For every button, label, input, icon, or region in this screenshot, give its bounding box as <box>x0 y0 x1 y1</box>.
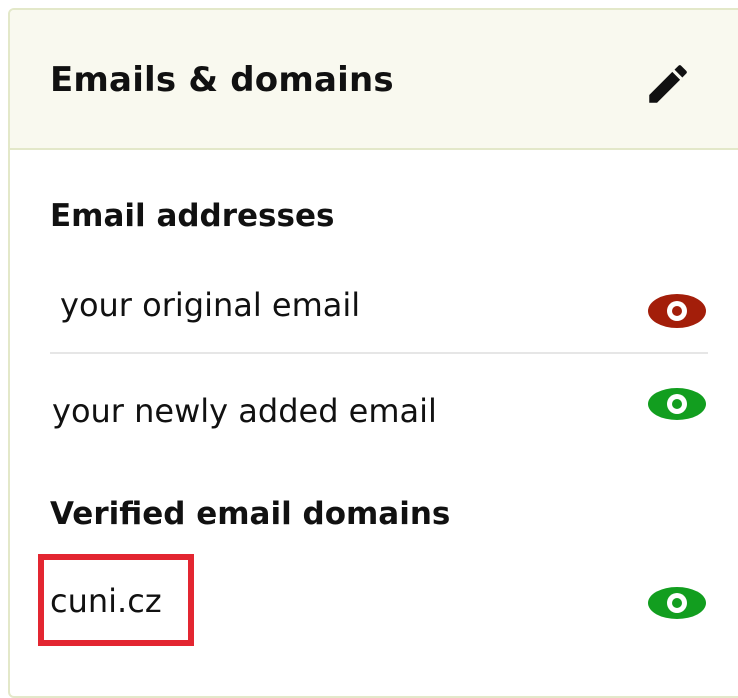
emails-domains-card: Emails & domains Email addresses your or… <box>8 8 738 698</box>
eye-icon[interactable] <box>646 290 708 332</box>
card-header: Emails & domains <box>10 10 738 150</box>
edit-button[interactable] <box>640 56 696 112</box>
verified-domains-heading: Verified email domains <box>50 496 451 532</box>
eye-icon[interactable] <box>646 583 708 623</box>
card-title: Emails & domains <box>50 60 394 100</box>
domain-label: cuni.cz <box>50 582 162 620</box>
eye-icon[interactable] <box>646 384 708 424</box>
email-label: your newly added email <box>52 392 437 430</box>
pencil-icon <box>649 65 687 103</box>
email-divider <box>50 352 708 354</box>
email-addresses-heading: Email addresses <box>50 198 335 234</box>
email-label: your original email <box>60 286 361 324</box>
